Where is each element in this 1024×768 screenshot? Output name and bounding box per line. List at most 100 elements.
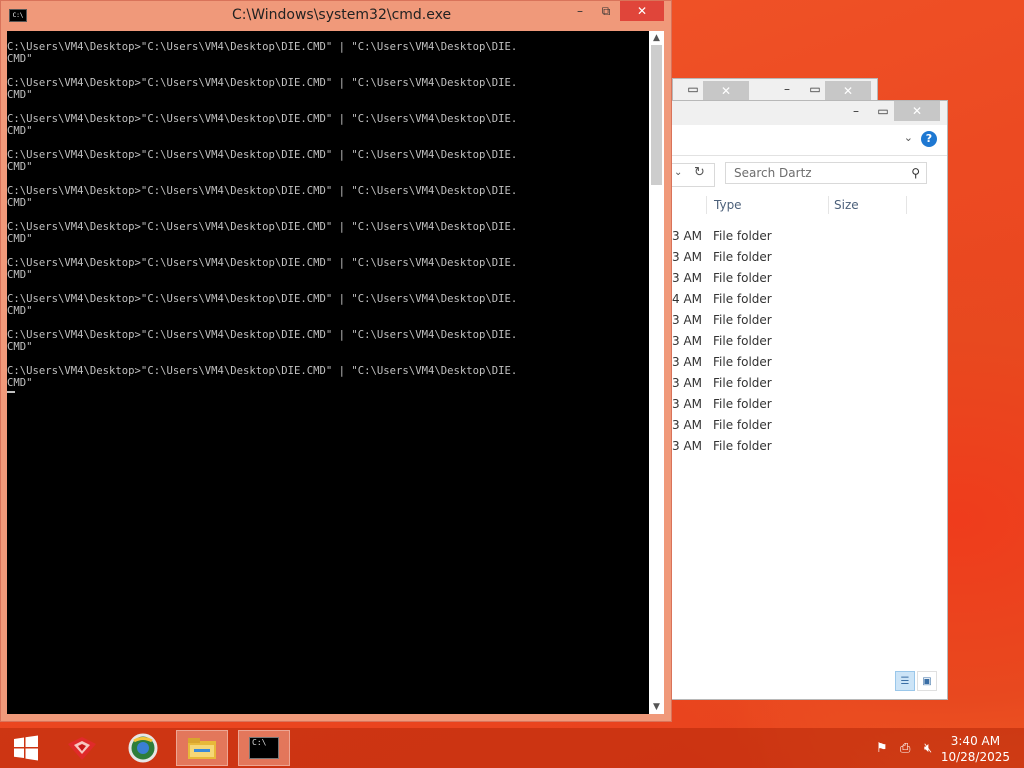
window-title: C:\Windows\system32\cmd.exe: [232, 7, 452, 23]
console-line: CMD": [7, 377, 33, 389]
taskbar: C:\ ⚑ ⎙ 🔇︎ 3:40 AM 10/28/2025: [0, 728, 1024, 768]
scroll-down-icon[interactable]: ▼: [649, 700, 664, 714]
browser-icon[interactable]: [117, 730, 169, 766]
explorer-titlebar[interactable]: – ▭ ✕: [672, 101, 947, 125]
restore-button[interactable]: ⧉: [593, 1, 619, 21]
console-line: CMD": [7, 161, 33, 173]
row-type: File folder: [713, 271, 772, 285]
minimize-button[interactable]: –: [567, 1, 593, 21]
column-divider[interactable]: [828, 196, 829, 214]
clock[interactable]: 3:40 AM 10/28/2025: [941, 733, 1010, 765]
file-row[interactable]: 4 AM File folder: [672, 289, 932, 310]
file-list: 3 AM File folder 3 AM File folder 3 AM File f…: [672, 226, 932, 457]
cmd-window[interactable]: C:\ C:\Windows\system32\cmd.exe – ⧉ ✕ C:…: [0, 0, 672, 722]
file-row[interactable]: 3 AM File folder: [672, 436, 932, 457]
vertical-scrollbar[interactable]: ▲ ▼: [649, 31, 664, 714]
column-size[interactable]: Size: [834, 198, 859, 212]
file-row[interactable]: 3 AM File folder: [672, 268, 932, 289]
console-line: CMD": [7, 341, 33, 353]
app-red-icon[interactable]: [56, 730, 108, 766]
volume-mute-icon[interactable]: 🔇︎: [924, 741, 932, 756]
file-row[interactable]: 3 AM File folder: [672, 310, 932, 331]
refresh-icon[interactable]: ↻: [694, 165, 705, 180]
network-icon[interactable]: ⎙: [900, 741, 910, 756]
address-bar[interactable]: ⌄ ↻: [672, 163, 715, 187]
row-type: File folder: [713, 439, 772, 453]
column-divider[interactable]: [906, 196, 907, 214]
app-red-graphic: [68, 737, 96, 760]
search-placeholder: Search Dartz: [734, 166, 812, 180]
row-date-modified: 3 AM: [672, 376, 703, 390]
close-button[interactable]: ✕: [620, 1, 664, 21]
scroll-up-icon[interactable]: ▲: [649, 31, 664, 45]
column-type[interactable]: Type: [714, 198, 742, 212]
file-row[interactable]: 3 AM File folder: [672, 226, 932, 247]
console-line: CMD": [7, 305, 33, 317]
cmd-titlebar[interactable]: C:\ C:\Windows\system32\cmd.exe – ⧉ ✕: [1, 1, 671, 29]
minimize-button[interactable]: –: [773, 79, 801, 99]
file-row[interactable]: 3 AM File folder: [672, 352, 932, 373]
console-line: C:\Users\VM4\Desktop>"C:\Users\VM4\Deskt…: [7, 77, 518, 89]
console-line: C:\Users\VM4\Desktop>"C:\Users\VM4\Deskt…: [7, 329, 518, 341]
row-date-modified: 3 AM: [672, 397, 703, 411]
console-line: CMD": [7, 53, 33, 65]
row-date-modified: 3 AM: [672, 250, 703, 264]
row-type: File folder: [713, 397, 772, 411]
console-line: CMD": [7, 269, 33, 281]
cmd-app-icon[interactable]: C:\: [9, 9, 27, 22]
row-type: File folder: [713, 313, 772, 327]
explorer-window[interactable]: – ▭ ✕ ⌄ ? ⌄ ↻ Search Dartz ⚲ Type Size 3…: [672, 100, 948, 700]
minimize-button[interactable]: –: [842, 101, 870, 121]
row-date-modified: 3 AM: [672, 313, 703, 327]
scroll-thumb[interactable]: [651, 45, 662, 185]
row-type: File folder: [713, 376, 772, 390]
close-button[interactable]: ✕: [825, 81, 871, 101]
console-line: CMD": [7, 197, 33, 209]
column-divider[interactable]: [706, 196, 707, 214]
search-icon[interactable]: ⚲: [911, 163, 920, 183]
cmd-taskbar-icon[interactable]: C:\: [238, 730, 290, 766]
file-row[interactable]: 3 AM File folder: [672, 331, 932, 352]
start-button[interactable]: [0, 730, 52, 766]
console-lines: C:\Users\VM4\Desktop>"C:\Users\VM4\Deskt…: [7, 31, 649, 389]
close-button[interactable]: ✕: [703, 81, 749, 101]
search-input[interactable]: Search Dartz ⚲: [725, 162, 927, 184]
file-row[interactable]: 3 AM File folder: [672, 373, 932, 394]
console-line: C:\Users\VM4\Desktop>"C:\Users\VM4\Deskt…: [7, 149, 518, 161]
row-type: File folder: [713, 334, 772, 348]
row-date-modified: 3 AM: [672, 418, 703, 432]
console-output[interactable]: C:\Users\VM4\Desktop>"C:\Users\VM4\Deskt…: [7, 31, 649, 714]
row-date-modified: 4 AM: [672, 292, 703, 306]
file-explorer-icon[interactable]: [176, 730, 228, 766]
row-type: File folder: [713, 229, 772, 243]
maximize-button[interactable]: ▭: [870, 101, 896, 121]
file-row[interactable]: 3 AM File folder: [672, 415, 932, 436]
row-type: File folder: [713, 292, 772, 306]
chevron-down-icon[interactable]: ⌄: [674, 167, 682, 178]
row-date-modified: 3 AM: [672, 271, 703, 285]
flag-icon[interactable]: ⚑: [876, 741, 888, 756]
close-button[interactable]: ✕: [894, 101, 940, 121]
row-type: File folder: [713, 418, 772, 432]
chevron-down-icon[interactable]: ⌄: [904, 131, 913, 144]
console-line: C:\Users\VM4\Desktop>"C:\Users\VM4\Deskt…: [7, 257, 518, 269]
row-type: File folder: [713, 250, 772, 264]
console-line: C:\Users\VM4\Desktop>"C:\Users\VM4\Deskt…: [7, 113, 518, 125]
clock-time: 3:40 AM: [950, 734, 1001, 748]
console-line: CMD": [7, 89, 33, 101]
view-buttons: ☰ ▣: [895, 671, 937, 691]
file-row[interactable]: 3 AM File folder: [672, 247, 932, 268]
desktop: ▭ ✕ – ▭ ✕ – ▭ ✕ ⌄ ? ⌄ ↻ Search Dartz ⚲ T…: [0, 0, 1024, 768]
console-line: C:\Users\VM4\Desktop>"C:\Users\VM4\Deskt…: [7, 41, 518, 53]
help-icon[interactable]: ?: [921, 131, 937, 147]
folder-icon: [188, 738, 216, 759]
windows-logo-icon: [14, 735, 38, 761]
details-view-icon[interactable]: ☰: [895, 671, 915, 691]
large-icons-view-icon[interactable]: ▣: [917, 671, 937, 691]
file-row[interactable]: 3 AM File folder: [672, 394, 932, 415]
